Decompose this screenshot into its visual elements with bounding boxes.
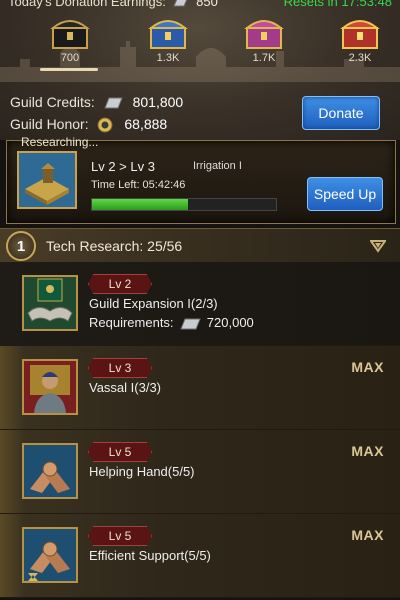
researching-header: Researching... bbox=[21, 135, 99, 149]
handshake-banner-icon bbox=[22, 275, 78, 331]
requirements-value: 720,000 bbox=[206, 315, 254, 330]
earnings-line: Today's Donation Earnings: 850 Resets in… bbox=[8, 0, 392, 9]
tech-research-header[interactable]: 1 Tech Research: 25/56 bbox=[0, 228, 400, 264]
chest-progress-marker bbox=[40, 68, 98, 71]
reset-timer: Resets in 17:53:48 bbox=[283, 0, 392, 9]
honor-medal-icon bbox=[97, 117, 113, 133]
pink-chest-icon[interactable] bbox=[242, 14, 286, 52]
blue-chest-icon[interactable] bbox=[146, 14, 190, 52]
arm-clasp-hourglass-icon bbox=[22, 527, 78, 583]
guild-credits-value: 801,800 bbox=[132, 94, 184, 110]
tech-tier-badge: 1 bbox=[6, 231, 36, 261]
max-label: MAX bbox=[351, 527, 384, 543]
speed-up-button[interactable]: Speed Up bbox=[307, 177, 383, 211]
guild-credits-label: Guild Credits: bbox=[10, 94, 95, 110]
tech-title: Vassal I(3/3) bbox=[89, 380, 162, 395]
silver-ingot-icon bbox=[103, 97, 123, 109]
guild-credits-row: Guild Credits: 801,800 bbox=[10, 94, 183, 110]
requirements-label: Requirements: bbox=[89, 315, 174, 330]
tech-requirements: Requirements: 720,000 bbox=[89, 315, 254, 330]
chest-value: 700 bbox=[60, 52, 80, 64]
max-label: MAX bbox=[351, 443, 384, 459]
chest-value: 1.7K bbox=[252, 52, 276, 64]
tech-research-count: Tech Research: 25/56 bbox=[46, 238, 183, 254]
level-tag: Lv 5 bbox=[88, 526, 152, 546]
tech-title: Guild Expansion I(2/3) bbox=[89, 296, 218, 311]
level-tag: Lv 5 bbox=[88, 442, 152, 462]
silver-ingot-icon bbox=[180, 318, 201, 330]
level-tag: Lv 2 bbox=[88, 274, 152, 294]
irrigation-icon[interactable] bbox=[17, 151, 77, 209]
research-progress-fill bbox=[92, 199, 188, 210]
warrior-portrait-icon bbox=[22, 359, 78, 415]
guild-honor-row: Guild Honor: 68,888 bbox=[10, 116, 167, 134]
tech-item-guild-expansion[interactable]: Lv 2 Guild Expansion I(2/3) Requirements… bbox=[0, 262, 400, 346]
tech-title: Helping Hand(5/5) bbox=[89, 464, 195, 479]
chest-value: 1.3K bbox=[156, 52, 180, 64]
tech-item-helping-hand[interactable]: Lv 5 Helping Hand(5/5) MAX bbox=[0, 430, 400, 514]
collapse-arrow-icon[interactable] bbox=[370, 239, 386, 253]
guild-honor-value: 68,888 bbox=[124, 116, 168, 132]
donation-panel: Today's Donation Earnings: 850 Resets in… bbox=[0, 0, 400, 140]
earnings-value: 850 bbox=[196, 0, 218, 9]
silver-ingot-icon bbox=[173, 0, 188, 7]
current-research-panel: Researching... Lv 2 > Lv 3 Irrigation I … bbox=[6, 135, 396, 224]
research-level: Lv 2 > Lv 3 bbox=[91, 159, 155, 174]
research-progress-bar bbox=[91, 198, 277, 211]
earnings-label: Today's Donation Earnings: bbox=[8, 0, 166, 9]
red-gold-chest-icon[interactable] bbox=[338, 14, 382, 52]
research-name: Irrigation I bbox=[193, 160, 242, 172]
donate-button[interactable]: Donate bbox=[302, 96, 380, 130]
arm-clasp-icon bbox=[22, 443, 78, 499]
tech-item-vassal[interactable]: Lv 3 Vassal I(3/3) MAX bbox=[0, 346, 400, 430]
tech-title: Efficient Support(5/5) bbox=[89, 548, 211, 563]
guild-honor-label: Guild Honor: bbox=[10, 116, 89, 132]
max-label: MAX bbox=[351, 359, 384, 375]
chest-value: 2.3K bbox=[348, 52, 372, 64]
level-tag: Lv 3 bbox=[88, 358, 152, 378]
tech-item-efficient-support[interactable]: Lv 5 Efficient Support(5/5) MAX bbox=[0, 514, 400, 598]
black-chest-icon[interactable] bbox=[48, 14, 92, 52]
research-time-left: Time Left: 05:42:46 bbox=[91, 179, 186, 191]
